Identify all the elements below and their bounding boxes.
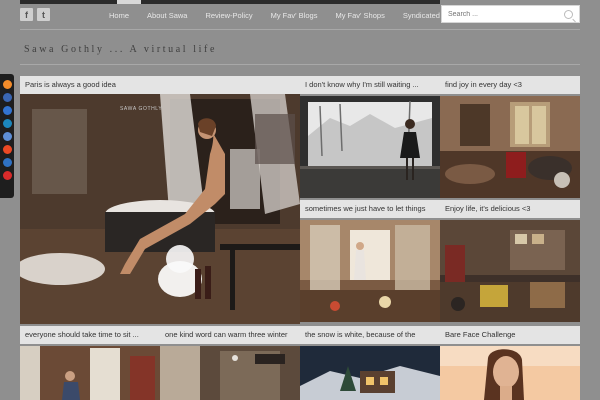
search-box: [441, 5, 580, 23]
facebook-icon[interactable]: f: [20, 8, 33, 21]
post-title-find-joy[interactable]: find joy in every day <3: [440, 76, 580, 94]
post-image-kind-word[interactable]: [160, 346, 300, 400]
share-sidebar: [0, 74, 14, 198]
nav-review-policy[interactable]: Review-Policy: [196, 9, 261, 23]
header-divider: [20, 29, 580, 30]
nav-about-sawa[interactable]: About Sawa: [138, 9, 196, 23]
title-divider: [20, 64, 580, 65]
post-title-snow-white[interactable]: the snow is white, because of the: [300, 326, 440, 344]
nav-fav-blogs[interactable]: My Fav' Blogs: [262, 9, 327, 23]
post-title-sit[interactable]: everyone should take time to sit ...: [20, 326, 160, 344]
youtube-icon[interactable]: [2, 171, 12, 180]
post-title-enjoy-life[interactable]: Enjoy life, it's delicious <3: [440, 200, 580, 218]
main-nav: Home About Sawa Review-Policy My Fav' Bl…: [100, 9, 464, 23]
post-title-waiting[interactable]: I don't know why I'm still waiting ...: [300, 76, 440, 94]
post-title-kind-word[interactable]: one kind word can warm three winter: [160, 326, 300, 344]
friendfeed-icon[interactable]: [2, 158, 12, 167]
search-icon[interactable]: [564, 10, 573, 19]
search-input[interactable]: [448, 9, 558, 19]
nav-home[interactable]: Home: [100, 9, 138, 23]
twitter-icon[interactable]: t: [37, 8, 50, 21]
post-title-let-things[interactable]: sometimes we just have to let things: [300, 200, 440, 218]
post-image-waiting[interactable]: [300, 96, 440, 198]
post-title-paris[interactable]: Paris is always a good idea: [20, 76, 300, 94]
post-image-enjoy-life[interactable]: [440, 220, 580, 322]
linkedin-icon[interactable]: [2, 119, 12, 128]
post-image-sit[interactable]: [20, 346, 160, 400]
blogger-icon[interactable]: [2, 80, 12, 89]
post-image-paris[interactable]: SAWA GOTHLY: [20, 94, 300, 324]
reddit-icon[interactable]: [2, 132, 12, 141]
digg-icon[interactable]: [2, 93, 12, 102]
site-title[interactable]: Sawa Gothly ... A virtual life: [24, 44, 217, 55]
nav-fav-shops[interactable]: My Fav' Shops: [326, 9, 393, 23]
top-accent-bar: [20, 0, 440, 4]
active-nav-marker: [117, 0, 141, 4]
delicious-icon[interactable]: [2, 106, 12, 115]
photo-signature: SAWA GOTHLY: [120, 106, 163, 112]
social-links: f t: [20, 8, 50, 21]
post-title-bare-face[interactable]: Bare Face Challenge: [440, 326, 580, 344]
post-image-find-joy[interactable]: [440, 96, 580, 198]
post-image-snow-white[interactable]: [300, 346, 440, 400]
stumbleupon-icon[interactable]: [2, 145, 12, 154]
post-image-let-things[interactable]: [300, 220, 440, 322]
post-image-bare-face[interactable]: [440, 346, 580, 400]
